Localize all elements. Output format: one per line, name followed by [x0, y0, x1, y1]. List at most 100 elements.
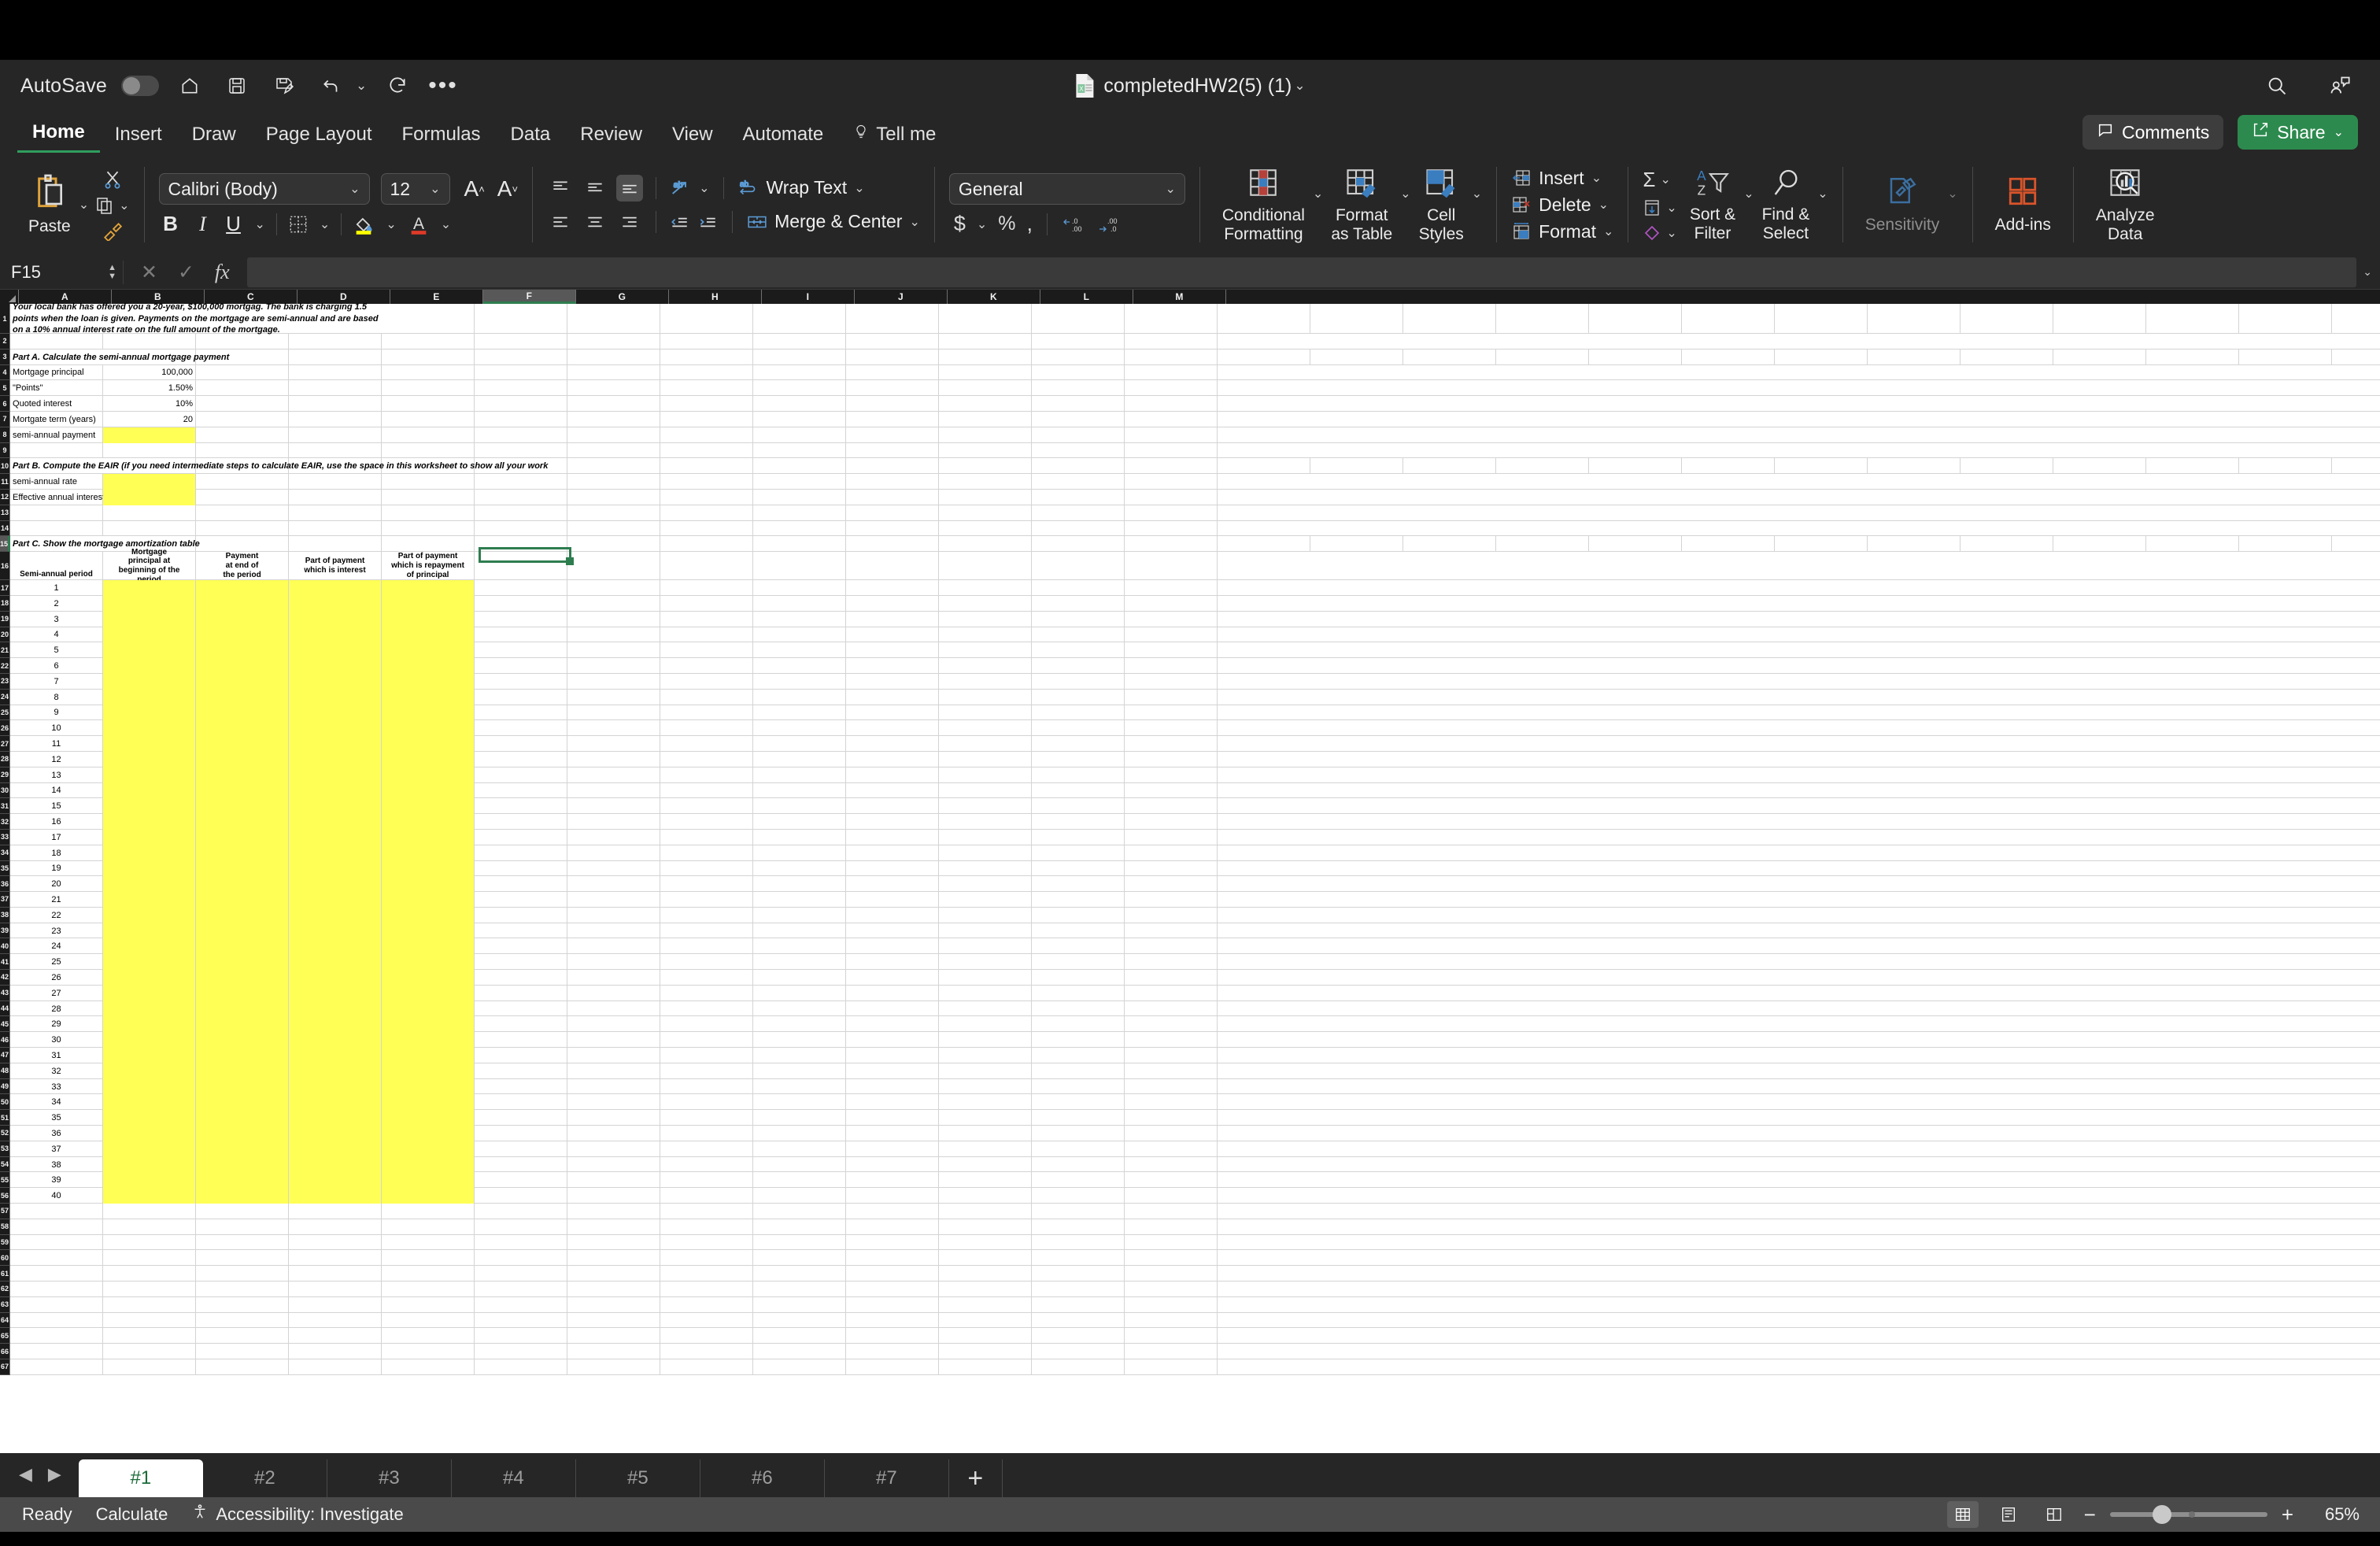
tab-insert[interactable]: Insert — [100, 124, 177, 153]
row-header-31[interactable]: 31 — [0, 798, 11, 815]
cell-M28[interactable] — [1125, 751, 1218, 767]
cell-J10[interactable] — [846, 458, 940, 475]
cell-C65[interactable] — [196, 1328, 290, 1344]
cell-K60[interactable] — [939, 1250, 1033, 1267]
tab-page-layout[interactable]: Page Layout — [251, 124, 387, 153]
cell-E60[interactable] — [382, 1250, 475, 1267]
cell-B16[interactable]: Mortgageprincipal atbeginning of the per… — [103, 548, 197, 584]
cell-C2[interactable] — [196, 334, 290, 350]
cell-E2[interactable] — [382, 334, 475, 350]
row-header-24[interactable]: 24 — [0, 689, 11, 705]
cell-A32[interactable]: 16 — [10, 814, 104, 830]
cell-C8[interactable] — [196, 427, 290, 443]
cell-K15[interactable] — [939, 536, 1033, 553]
cell-F22[interactable] — [475, 658, 568, 674]
decrease-font-size-icon[interactable]: A ˅ — [497, 176, 518, 202]
cell-C12[interactable] — [196, 489, 290, 505]
cell-L23[interactable] — [1032, 673, 1125, 690]
cell-J18[interactable] — [846, 595, 940, 612]
cell-B45[interactable] — [103, 1016, 197, 1033]
cell-E3[interactable] — [382, 349, 475, 365]
cell-L8[interactable] — [1032, 427, 1125, 443]
cell-B12[interactable] — [103, 489, 197, 505]
font-color-dropdown-icon[interactable]: ⌄ — [441, 216, 451, 232]
cell-I3[interactable] — [1868, 349, 1961, 365]
cell-A52[interactable]: 36 — [10, 1126, 104, 1141]
cell-J29[interactable] — [846, 767, 940, 783]
cell-C63[interactable] — [196, 1296, 290, 1313]
cell-A27[interactable]: 11 — [10, 736, 104, 752]
row-header-50[interactable]: 50 — [0, 1094, 11, 1111]
cell-K54[interactable] — [939, 1156, 1033, 1173]
cell-I11[interactable] — [753, 474, 847, 490]
tab-draw[interactable]: Draw — [177, 124, 251, 153]
cell-M3[interactable] — [2239, 349, 2333, 365]
align-middle-icon[interactable] — [582, 175, 608, 202]
cell-M14[interactable] — [1125, 520, 1218, 537]
cell-K21[interactable] — [939, 642, 1033, 659]
cell-K50[interactable] — [939, 1094, 1033, 1111]
cell-E1[interactable] — [660, 304, 754, 334]
cell-F3[interactable] — [475, 349, 568, 365]
cell-D49[interactable] — [289, 1078, 382, 1095]
cell-B36[interactable] — [103, 876, 197, 893]
cell-F52[interactable] — [475, 1126, 568, 1141]
cell-C44[interactable] — [196, 1000, 290, 1017]
cell-M13[interactable] — [1125, 505, 1218, 521]
cell-K5[interactable] — [939, 380, 1033, 397]
increase-decimal-icon[interactable]: .0.00 — [1062, 214, 1085, 235]
cell-F44[interactable] — [475, 1000, 568, 1017]
cell-K7[interactable] — [939, 411, 1033, 427]
cell-A66[interactable] — [10, 1344, 104, 1359]
cell-C29[interactable] — [196, 767, 290, 783]
cell-I25[interactable] — [753, 705, 847, 721]
cell-D27[interactable] — [289, 736, 382, 752]
cell-M43[interactable] — [1125, 985, 1218, 1001]
cell-H3[interactable] — [1775, 349, 1868, 365]
cell-K41[interactable] — [939, 954, 1033, 971]
cell-G60[interactable] — [567, 1250, 661, 1267]
cell-B15[interactable] — [1218, 536, 1311, 553]
cell-E39[interactable] — [382, 923, 475, 939]
cell-G53[interactable] — [567, 1141, 661, 1157]
cell-K37[interactable] — [939, 892, 1033, 908]
row-header-7[interactable]: 7 — [0, 411, 11, 427]
cell-B6[interactable]: 10% — [103, 396, 197, 412]
cell-K40[interactable] — [939, 938, 1033, 955]
cell-C55[interactable] — [196, 1172, 290, 1189]
cell-G54[interactable] — [567, 1156, 661, 1173]
cell-F60[interactable] — [475, 1250, 568, 1267]
row-header-62[interactable]: 62 — [0, 1282, 11, 1297]
cell-C54[interactable] — [196, 1156, 290, 1173]
cell-C15[interactable] — [1310, 536, 1404, 553]
cell-B48[interactable] — [103, 1063, 197, 1079]
cell-I5[interactable] — [753, 380, 847, 397]
cell-C38[interactable] — [196, 907, 290, 923]
cell-A42[interactable]: 26 — [10, 970, 104, 986]
fill-icon[interactable] — [1643, 198, 1661, 217]
cell-I59[interactable] — [753, 1234, 847, 1251]
cell-G14[interactable] — [567, 520, 661, 537]
cell-H19[interactable] — [660, 611, 754, 627]
cell-L10[interactable] — [2146, 458, 2240, 475]
cell-D51[interactable] — [289, 1110, 382, 1126]
cell-F12[interactable] — [475, 489, 568, 505]
cell-D48[interactable] — [289, 1063, 382, 1079]
row-header-3[interactable]: 3 — [0, 349, 11, 365]
cell-B22[interactable] — [103, 658, 197, 674]
format-as-table-dropdown-icon[interactable]: ⌄ — [1400, 186, 1410, 202]
cell-L33[interactable] — [1032, 829, 1125, 845]
cell-L47[interactable] — [1032, 1048, 1125, 1063]
cell-A3[interactable]: Part A. Calculate the semi-annual mortga… — [10, 350, 229, 365]
cell-K8[interactable] — [939, 427, 1033, 443]
cell-L56[interactable] — [1032, 1188, 1125, 1204]
cell-F43[interactable] — [475, 985, 568, 1001]
cell-L38[interactable] — [1032, 907, 1125, 923]
home-icon[interactable] — [173, 69, 206, 102]
cell-D23[interactable] — [289, 673, 382, 690]
cell-L44[interactable] — [1032, 1000, 1125, 1017]
cell-J5[interactable] — [846, 380, 940, 397]
cell-E29[interactable] — [382, 767, 475, 783]
cell-K65[interactable] — [939, 1328, 1033, 1344]
cell-L41[interactable] — [1032, 954, 1125, 971]
